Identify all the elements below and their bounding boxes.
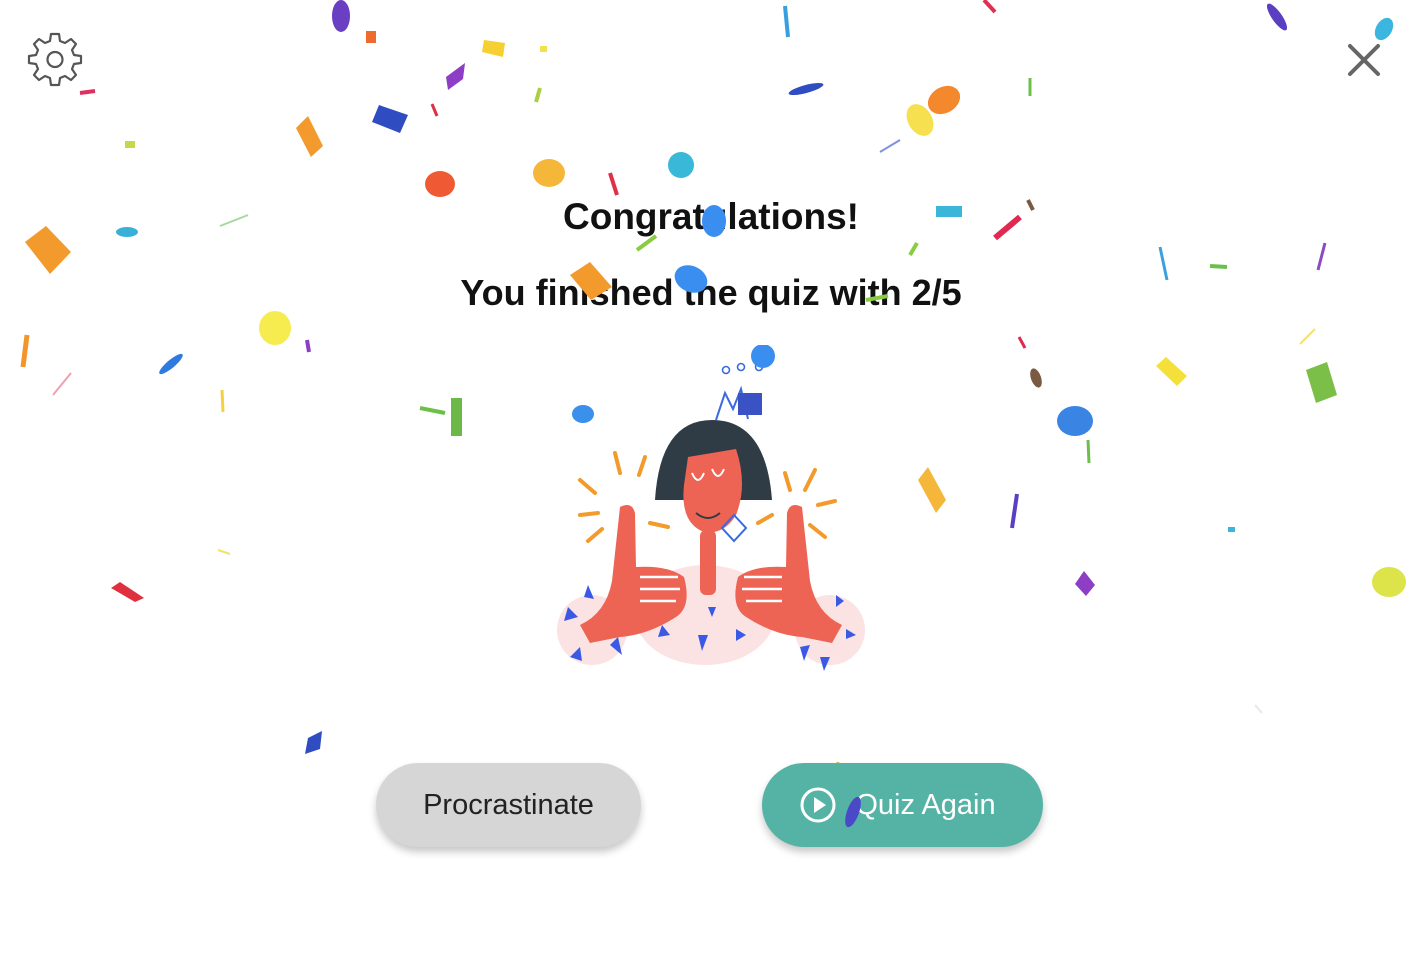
quiz-again-label: Quiz Again — [855, 788, 996, 821]
settings-button[interactable] — [22, 26, 88, 92]
close-button[interactable] — [1336, 32, 1392, 88]
procrastinate-button[interactable]: Procrastinate — [376, 763, 641, 847]
quiz-score-text: You finished the quiz with 2/5 — [460, 272, 962, 313]
procrastinate-label: Procrastinate — [423, 788, 594, 821]
quiz-again-button[interactable]: Quiz Again — [762, 763, 1043, 847]
gear-icon — [27, 32, 83, 87]
congratulations-heading: Congratulations! — [563, 196, 859, 237]
play-circle-icon — [800, 787, 836, 823]
close-icon — [1348, 44, 1380, 76]
celebration-illustration — [557, 345, 865, 671]
